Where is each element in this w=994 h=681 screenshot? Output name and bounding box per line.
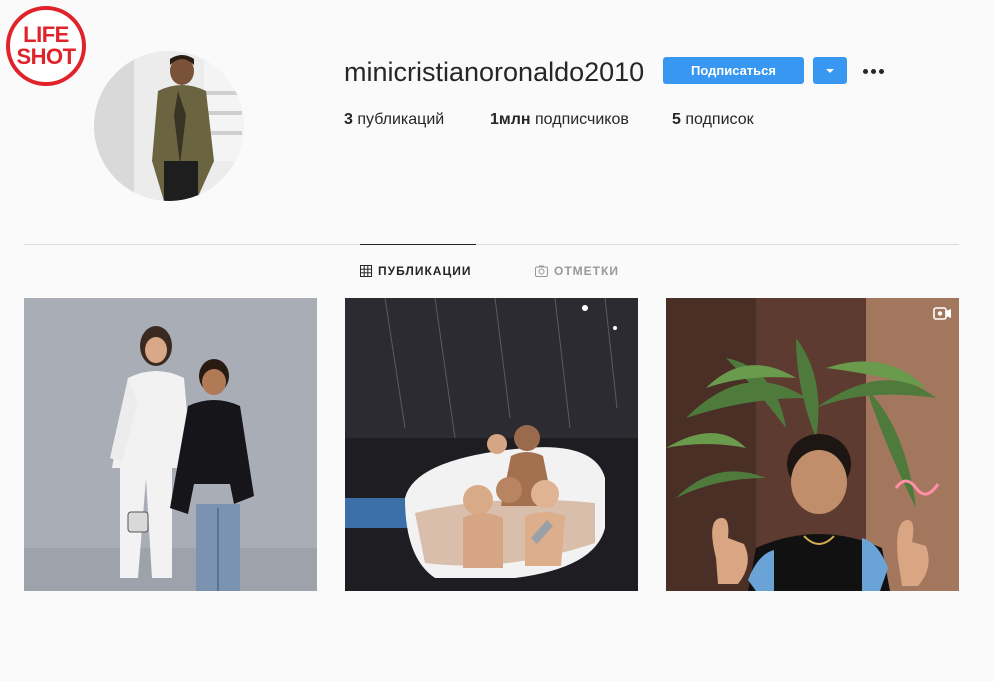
- followers-count: 1млн: [490, 111, 531, 128]
- followers-label: подписчиков: [535, 111, 629, 128]
- watermark-line-1: LIFE: [23, 22, 69, 47]
- tab-tagged-label: ОТМЕТКИ: [554, 264, 619, 278]
- tabs-divider: [24, 244, 959, 245]
- suggestions-dropdown-button[interactable]: [813, 57, 847, 84]
- dot: [862, 68, 868, 74]
- posts-label: публикаций: [357, 111, 445, 128]
- following-count: 5: [672, 111, 681, 128]
- followers-stat[interactable]: 1млн подписчиков: [490, 111, 629, 129]
- profile-username: minicristianoronaldo2010: [344, 57, 645, 87]
- posts-stat: 3 публикаций: [344, 111, 444, 129]
- tagged-icon: [535, 265, 548, 277]
- following-label: подписок: [685, 111, 754, 128]
- tab-posts[interactable]: ПУБЛИКАЦИИ: [360, 244, 476, 297]
- caret-down-icon: [826, 68, 834, 73]
- watermark-line-2: SHOT: [16, 44, 76, 69]
- tab-posts-label: ПУБЛИКАЦИИ: [378, 264, 472, 278]
- more-options-icon[interactable]: [858, 60, 888, 82]
- post-image-2: [345, 298, 638, 591]
- profile-avatar[interactable]: [94, 51, 244, 201]
- post-image-3: [666, 298, 959, 591]
- post-thumbnail-2[interactable]: [345, 298, 638, 591]
- grid-icon: [360, 265, 372, 277]
- tab-tagged[interactable]: ОТМЕТКИ: [535, 245, 619, 297]
- following-stat[interactable]: 5 подписок: [672, 111, 754, 129]
- avatar-image: [94, 51, 244, 201]
- posts-count: 3: [344, 111, 353, 128]
- post-thumbnail-3[interactable]: [666, 298, 959, 591]
- dot: [878, 68, 884, 74]
- post-image-1: [24, 298, 317, 591]
- post-thumbnail-1[interactable]: [24, 298, 317, 591]
- dot: [870, 68, 876, 74]
- lifeshot-watermark-logo: LIFE SHOT: [6, 6, 86, 86]
- follow-button[interactable]: Подписаться: [663, 57, 804, 84]
